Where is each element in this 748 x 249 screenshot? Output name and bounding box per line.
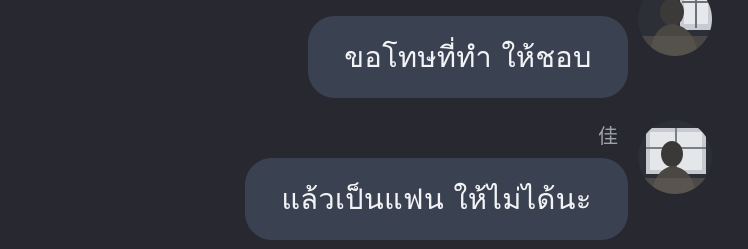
avatar[interactable] bbox=[638, 120, 712, 194]
chat-area: ขอโทษที่ทำ ให้ชอบ 佳 แล้วเป็นแฟน ให้ไม่ได… bbox=[0, 0, 748, 249]
message-bubble[interactable]: ขอโทษที่ทำ ให้ชอบ bbox=[308, 16, 628, 98]
avatar[interactable] bbox=[638, 0, 712, 56]
sender-name: 佳 bbox=[598, 124, 618, 148]
message-bubble[interactable]: แล้วเป็นแฟน ให้ไม่ได้นะ bbox=[245, 158, 628, 240]
message-text: ขอโทษที่ทำ ให้ชอบ bbox=[344, 40, 592, 74]
avatar-photo bbox=[638, 0, 712, 56]
message-text: แล้วเป็นแฟน ให้ไม่ได้นะ bbox=[281, 182, 592, 216]
avatar-photo bbox=[638, 120, 712, 194]
